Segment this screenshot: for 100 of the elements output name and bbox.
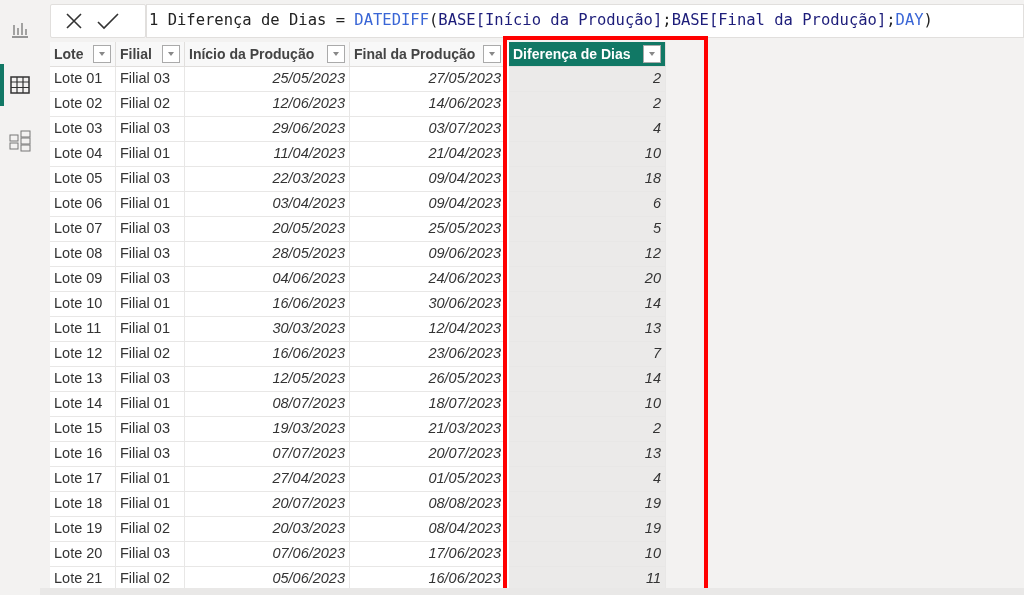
- table-cell: 11/04/2023: [185, 142, 350, 167]
- column-header[interactable]: Início da Produção: [185, 42, 350, 67]
- table-cell: 18: [509, 167, 666, 192]
- table-cell: Lote 06: [50, 192, 116, 217]
- table-cell: Filial 03: [116, 217, 185, 242]
- table-cell: 20/07/2023: [185, 492, 350, 517]
- table-cell: Filial 01: [116, 142, 185, 167]
- table-cell: Lote 03: [50, 117, 116, 142]
- table-cell: 21/03/2023: [350, 417, 506, 442]
- table-cell: 18/07/2023: [350, 392, 506, 417]
- table-cell: Lote 07: [50, 217, 116, 242]
- table-cell: 20/03/2023: [185, 517, 350, 542]
- table-cell: 17/06/2023: [350, 542, 506, 567]
- table-cell: 26/05/2023: [350, 367, 506, 392]
- table-cell: 25/05/2023: [350, 217, 506, 242]
- table-cell: Lote 10: [50, 292, 116, 317]
- column-header[interactable]: Final da Produção: [350, 42, 506, 67]
- table-cell: Lote 08: [50, 242, 116, 267]
- table-cell: Filial 01: [116, 467, 185, 492]
- table-cell: 12/04/2023: [350, 317, 506, 342]
- table-cell: 20/05/2023: [185, 217, 350, 242]
- column-header[interactable]: Filial: [116, 42, 185, 67]
- table-cell: 19: [509, 517, 666, 542]
- table-cell: Lote 17: [50, 467, 116, 492]
- table-cell: Lote 01: [50, 67, 116, 92]
- table-cell: 24/06/2023: [350, 267, 506, 292]
- table-cell: 16/06/2023: [185, 342, 350, 367]
- table-cell: Lote 05: [50, 167, 116, 192]
- table-cell: Filial 01: [116, 392, 185, 417]
- column-header[interactable]: Diferença de Dias: [509, 42, 666, 67]
- table-cell: 19: [509, 492, 666, 517]
- table-cell: 5: [509, 217, 666, 242]
- table-cell: Lote 20: [50, 542, 116, 567]
- table-cell: 03/07/2023: [350, 117, 506, 142]
- table-cell: 20: [509, 267, 666, 292]
- table-cell: Filial 03: [116, 67, 185, 92]
- table-cell: 08/08/2023: [350, 492, 506, 517]
- table-cell: 13: [509, 442, 666, 467]
- table-cell: 27/04/2023: [185, 467, 350, 492]
- table-cell: 4: [509, 117, 666, 142]
- formula-field[interactable]: 1 Diferença de Dias = DATEDIFF(BASE[Início da Produção];BASE[Final da Produção];DAY): [146, 4, 1024, 38]
- table-cell: Filial 03: [116, 167, 185, 192]
- table-cell: 14/06/2023: [350, 92, 506, 117]
- table-cell: 08/04/2023: [350, 517, 506, 542]
- table-cell: Lote 15: [50, 417, 116, 442]
- table-cell: Filial 03: [116, 367, 185, 392]
- table-cell: 30/03/2023: [185, 317, 350, 342]
- table-cell: Lote 11: [50, 317, 116, 342]
- table-cell: Filial 01: [116, 292, 185, 317]
- table-cell: 12: [509, 242, 666, 267]
- table-cell: 22/03/2023: [185, 167, 350, 192]
- table-cell: 09/04/2023: [350, 192, 506, 217]
- table-cell: 10: [509, 392, 666, 417]
- table-cell: Filial 02: [116, 92, 185, 117]
- table-cell: 23/06/2023: [350, 342, 506, 367]
- table-cell: Filial 03: [116, 542, 185, 567]
- table-cell: 09/04/2023: [350, 167, 506, 192]
- table-cell: 12/05/2023: [185, 367, 350, 392]
- table-cell: 07/07/2023: [185, 442, 350, 467]
- table-cell: 27/05/2023: [350, 67, 506, 92]
- table-cell: Lote 19: [50, 517, 116, 542]
- table-cell: 28/05/2023: [185, 242, 350, 267]
- table-cell: Filial 02: [116, 342, 185, 367]
- table-cell: Filial 01: [116, 492, 185, 517]
- table-cell: 12/06/2023: [185, 92, 350, 117]
- table-cell: 21/04/2023: [350, 142, 506, 167]
- table-cell: Lote 04: [50, 142, 116, 167]
- table-cell: Lote 12: [50, 342, 116, 367]
- table-cell: 2: [509, 92, 666, 117]
- column-header[interactable]: Lote: [50, 42, 116, 67]
- table-cell: 4: [509, 467, 666, 492]
- table-cell: Lote 02: [50, 92, 116, 117]
- table-cell: 03/04/2023: [185, 192, 350, 217]
- table-cell: 07/06/2023: [185, 542, 350, 567]
- table-cell: 30/06/2023: [350, 292, 506, 317]
- table-cell: 01/05/2023: [350, 467, 506, 492]
- table-cell: Filial 03: [116, 267, 185, 292]
- table-cell: Filial 03: [116, 442, 185, 467]
- table-cell: 10: [509, 542, 666, 567]
- table-cell: 09/06/2023: [350, 242, 506, 267]
- table-cell: 14: [509, 367, 666, 392]
- table-cell: Filial 03: [116, 117, 185, 142]
- table-cell: 13: [509, 317, 666, 342]
- table-cell: Filial 02: [116, 517, 185, 542]
- table-cell: 2: [509, 67, 666, 92]
- table-cell: 14: [509, 292, 666, 317]
- table-cell: 04/06/2023: [185, 267, 350, 292]
- table-cell: 7: [509, 342, 666, 367]
- table-cell: Lote 16: [50, 442, 116, 467]
- table-cell: 16/06/2023: [185, 292, 350, 317]
- table-cell: 10: [509, 142, 666, 167]
- table-cell: Filial 03: [116, 417, 185, 442]
- table-cell: Filial 01: [116, 192, 185, 217]
- table-cell: Lote 09: [50, 267, 116, 292]
- table-cell: 2: [509, 417, 666, 442]
- table-cell: 25/05/2023: [185, 67, 350, 92]
- table-cell: 19/03/2023: [185, 417, 350, 442]
- table-cell: Lote 14: [50, 392, 116, 417]
- table-cell: Filial 01: [116, 317, 185, 342]
- table-cell: 20/07/2023: [350, 442, 506, 467]
